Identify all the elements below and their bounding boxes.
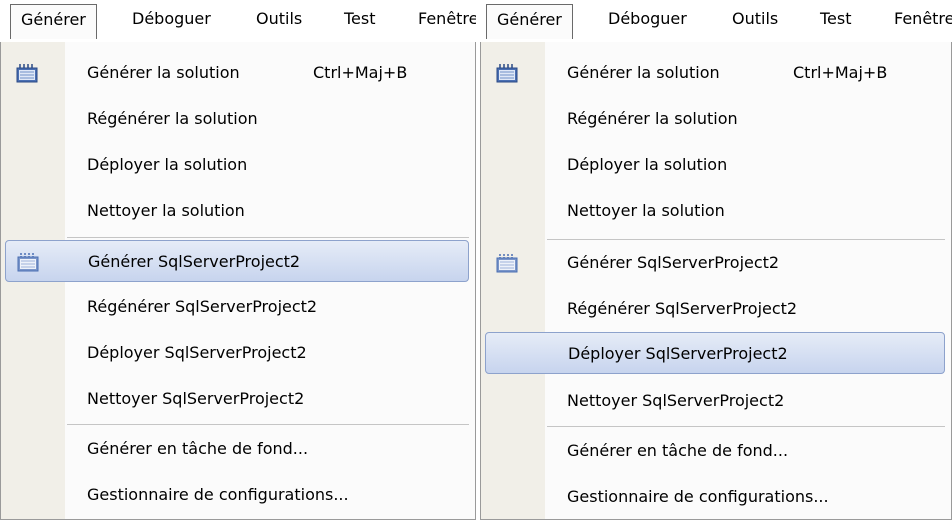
- menu-item-configuration-manager[interactable]: Gestionnaire de configurations...: [485, 476, 945, 518]
- left-menu-panel: Générer Déboguer Outils Test Fenêtre Gén…: [0, 0, 476, 520]
- menu-item-build-project[interactable]: Générer SqlServerProject2: [5, 240, 469, 282]
- menu-item-clean-project[interactable]: Nettoyer SqlServerProject2: [485, 380, 945, 422]
- menu-item-clean-solution[interactable]: Nettoyer la solution: [5, 190, 469, 232]
- menu-separator: [547, 239, 945, 240]
- right-menu-panel: Générer Déboguer Outils Test Fenêtre Gén…: [480, 0, 952, 520]
- menu-item-deploy-project[interactable]: Déployer SqlServerProject2: [485, 332, 945, 374]
- menu-item-build-solution[interactable]: Générer la solution Ctrl+Maj+B: [485, 52, 945, 94]
- menu-separator: [67, 424, 469, 425]
- menu-fenetre[interactable]: Fenêtre: [408, 4, 476, 34]
- menu-deboguer[interactable]: Déboguer: [122, 4, 221, 34]
- menu-generer[interactable]: Générer: [486, 4, 573, 39]
- menu-test[interactable]: Test: [810, 4, 862, 34]
- menu-item-deploy-project[interactable]: Déployer SqlServerProject2: [5, 332, 469, 374]
- menu-deboguer[interactable]: Déboguer: [598, 4, 697, 34]
- menu-separator: [67, 237, 469, 238]
- generer-dropdown: Générer la solution Ctrl+Maj+B Régénérer…: [480, 42, 952, 520]
- menu-item-build-project[interactable]: Générer SqlServerProject2: [485, 242, 945, 284]
- menu-item-deploy-solution[interactable]: Déployer la solution: [485, 144, 945, 186]
- menu-bar: Générer Déboguer Outils Test Fenêtre: [0, 0, 476, 43]
- generer-dropdown: Générer la solution Ctrl+Maj+B Régénérer…: [0, 42, 476, 520]
- menu-item-deploy-solution[interactable]: Déployer la solution: [5, 144, 469, 186]
- menu-item-rebuild-solution[interactable]: Régénérer la solution: [485, 98, 945, 140]
- menu-item-clean-solution[interactable]: Nettoyer la solution: [485, 190, 945, 232]
- menu-generer[interactable]: Générer: [10, 4, 97, 39]
- menu-outils[interactable]: Outils: [246, 4, 312, 34]
- menu-bar: Générer Déboguer Outils Test Fenêtre: [480, 0, 952, 43]
- menu-item-clean-project[interactable]: Nettoyer SqlServerProject2: [5, 378, 469, 420]
- menu-item-background-build[interactable]: Générer en tâche de fond...: [485, 430, 945, 472]
- build-solution-icon: [16, 64, 38, 83]
- build-project-icon: [17, 253, 39, 272]
- menu-item-rebuild-project[interactable]: Régénérer SqlServerProject2: [5, 286, 469, 328]
- build-solution-icon: [496, 64, 518, 83]
- menu-item-build-solution[interactable]: Générer la solution Ctrl+Maj+B: [5, 52, 469, 94]
- menu-fenetre[interactable]: Fenêtre: [884, 4, 952, 34]
- menu-item-rebuild-project[interactable]: Régénérer SqlServerProject2: [485, 288, 945, 330]
- menu-item-configuration-manager[interactable]: Gestionnaire de configurations...: [5, 474, 469, 516]
- menu-separator: [547, 426, 945, 427]
- menu-item-rebuild-solution[interactable]: Régénérer la solution: [5, 98, 469, 140]
- menu-item-background-build[interactable]: Générer en tâche de fond...: [5, 428, 469, 470]
- menu-outils[interactable]: Outils: [722, 4, 788, 34]
- menu-test[interactable]: Test: [334, 4, 386, 34]
- build-project-icon: [496, 254, 518, 273]
